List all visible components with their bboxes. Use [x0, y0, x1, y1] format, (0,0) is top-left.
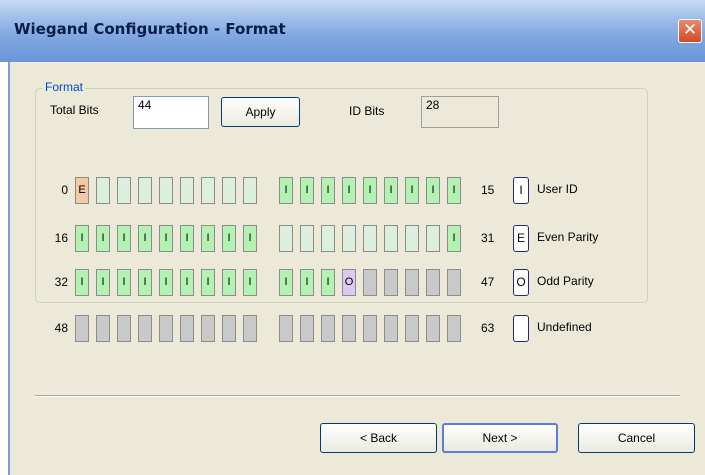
bit-cell[interactable]	[201, 177, 215, 204]
bit-cell[interactable]	[279, 225, 293, 252]
bit-cell[interactable]: E	[75, 177, 89, 204]
bit-cell[interactable]: I	[300, 177, 314, 204]
bit-cell[interactable]	[342, 315, 356, 342]
row-end-label: 31	[481, 231, 495, 245]
bit-cell[interactable]: I	[159, 225, 173, 252]
bit-cell[interactable]: I	[159, 269, 173, 296]
bit-cell[interactable]	[243, 315, 257, 342]
bit-cell[interactable]: I	[447, 225, 461, 252]
bit-cell[interactable]: O	[342, 269, 356, 296]
row-start-label: 16	[54, 231, 68, 245]
row-start-label: 32	[54, 275, 68, 289]
bit-cell[interactable]: I	[138, 269, 152, 296]
bit-cell[interactable]	[426, 225, 440, 252]
bit-cell[interactable]	[159, 177, 173, 204]
legend-swatch: E	[513, 225, 529, 252]
bit-cell[interactable]	[426, 269, 440, 296]
bit-cell[interactable]: I	[279, 177, 293, 204]
back-button[interactable]: < Back	[320, 423, 437, 453]
bit-cell[interactable]	[447, 315, 461, 342]
row-start-label: 0	[61, 183, 68, 197]
row-start-label: 48	[54, 321, 68, 335]
title-bar: Wiegand Configuration - Format ✕	[0, 0, 705, 62]
legend-label: Even Parity	[537, 230, 599, 244]
bit-cell[interactable]: I	[279, 269, 293, 296]
bit-cell[interactable]	[75, 315, 89, 342]
bit-cell[interactable]	[426, 315, 440, 342]
bit-cell[interactable]	[222, 177, 236, 204]
bit-cell[interactable]: I	[180, 269, 194, 296]
bit-cell[interactable]: I	[75, 269, 89, 296]
bit-cell[interactable]	[363, 225, 377, 252]
bit-cell[interactable]	[180, 177, 194, 204]
bit-cell[interactable]: I	[426, 177, 440, 204]
bit-cell[interactable]	[96, 177, 110, 204]
bit-cell[interactable]: I	[243, 269, 257, 296]
bit-cell[interactable]	[384, 269, 398, 296]
bit-cell[interactable]	[300, 315, 314, 342]
bit-cell[interactable]: I	[300, 269, 314, 296]
bit-cell[interactable]	[384, 225, 398, 252]
legend-label: Undefined	[537, 320, 592, 334]
close-icon[interactable]: ✕	[678, 19, 702, 43]
row-end-label: 15	[481, 183, 495, 197]
legend-swatch	[513, 315, 529, 342]
bit-cell[interactable]: I	[384, 177, 398, 204]
bit-cell[interactable]	[321, 315, 335, 342]
bit-cell[interactable]	[363, 269, 377, 296]
separator-line	[35, 395, 680, 397]
bit-cell[interactable]: I	[405, 177, 419, 204]
legend-swatch: I	[513, 177, 529, 204]
legend-swatch: O	[513, 269, 529, 296]
bit-cell[interactable]: I	[222, 269, 236, 296]
bit-cell[interactable]: I	[342, 177, 356, 204]
bit-cell[interactable]: I	[222, 225, 236, 252]
legend-label: User ID	[537, 182, 578, 196]
bit-cell[interactable]	[159, 315, 173, 342]
bit-cell[interactable]: I	[138, 225, 152, 252]
format-group-legend: Format	[43, 80, 86, 94]
bit-cell[interactable]: I	[75, 225, 89, 252]
row-end-label: 47	[481, 275, 495, 289]
legend-label: Odd Parity	[537, 274, 594, 288]
bit-cell[interactable]	[243, 177, 257, 204]
bit-cell[interactable]	[138, 177, 152, 204]
bit-cell[interactable]	[405, 315, 419, 342]
bit-cell[interactable]	[300, 225, 314, 252]
bit-cell[interactable]: I	[447, 177, 461, 204]
bit-cell[interactable]	[405, 269, 419, 296]
bit-cell[interactable]: I	[96, 225, 110, 252]
bit-cell[interactable]: I	[321, 177, 335, 204]
cancel-button[interactable]: Cancel	[578, 423, 695, 453]
bit-cell[interactable]: I	[117, 225, 131, 252]
bit-cell[interactable]: I	[363, 177, 377, 204]
bit-cell[interactable]: I	[243, 225, 257, 252]
bit-cell[interactable]	[180, 315, 194, 342]
bit-cell[interactable]	[117, 177, 131, 204]
bit-cell[interactable]	[138, 315, 152, 342]
bit-cell[interactable]	[321, 225, 335, 252]
bit-cell[interactable]: I	[96, 269, 110, 296]
bit-cell[interactable]: I	[180, 225, 194, 252]
bit-cell[interactable]	[96, 315, 110, 342]
bit-cell[interactable]	[447, 269, 461, 296]
bit-cell[interactable]	[384, 315, 398, 342]
bit-cell[interactable]	[222, 315, 236, 342]
bit-cell[interactable]	[342, 225, 356, 252]
bit-cell[interactable]	[117, 315, 131, 342]
bit-cell[interactable]: I	[201, 269, 215, 296]
next-button[interactable]: Next >	[442, 423, 558, 453]
bit-cell[interactable]	[201, 315, 215, 342]
bit-cell[interactable]	[363, 315, 377, 342]
bit-cell[interactable]: I	[201, 225, 215, 252]
bit-cell[interactable]: I	[117, 269, 131, 296]
window-title: Wiegand Configuration - Format	[14, 20, 286, 38]
bit-cell[interactable]	[279, 315, 293, 342]
bit-cell[interactable]: I	[321, 269, 335, 296]
bit-cell[interactable]	[405, 225, 419, 252]
row-end-label: 63	[481, 321, 495, 335]
